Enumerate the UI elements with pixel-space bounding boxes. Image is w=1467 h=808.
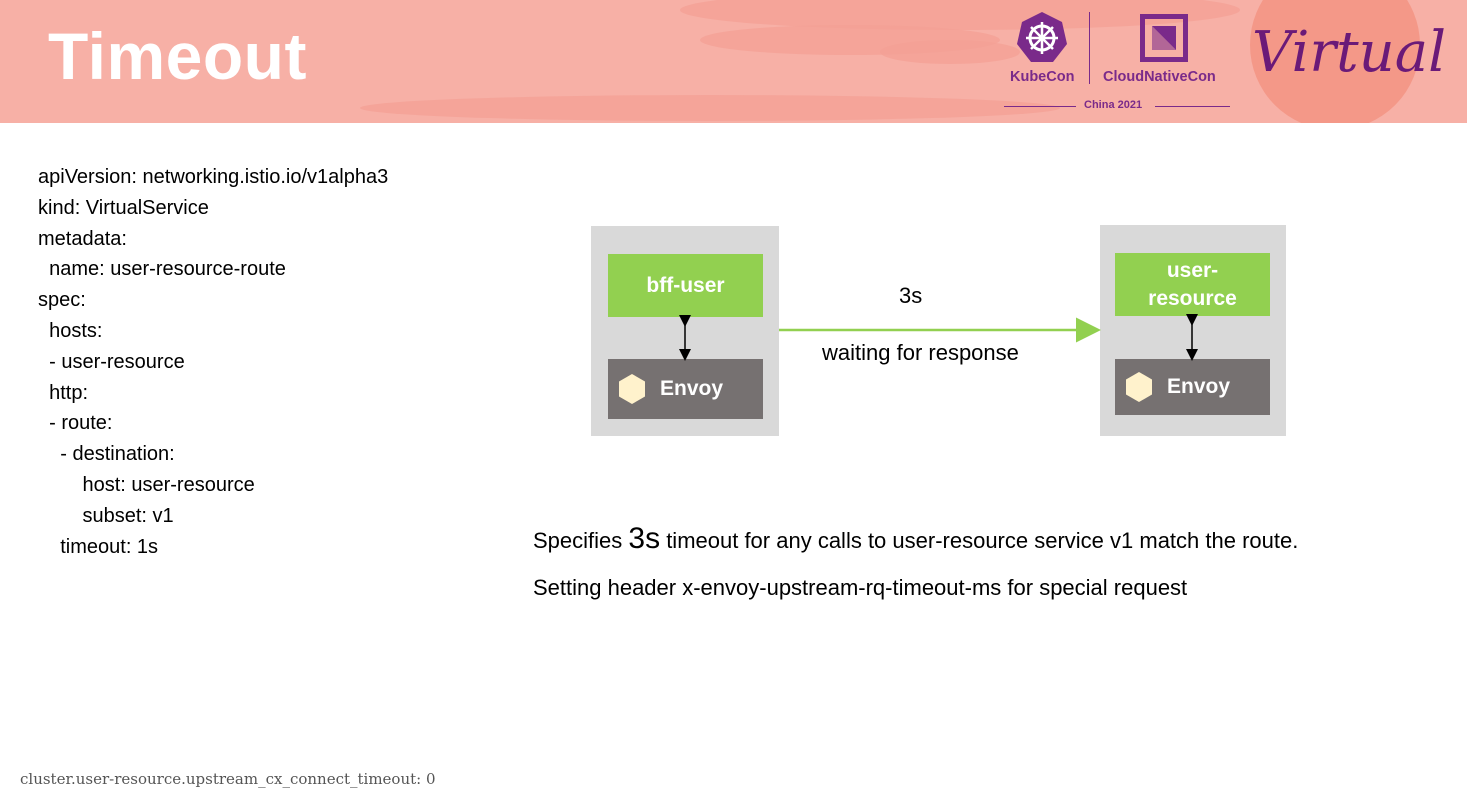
description-suffix: timeout for any calls to user-resource s… bbox=[660, 528, 1299, 553]
arrow-timeout-label: 3s bbox=[899, 283, 923, 308]
arrow-waiting-label: waiting for response bbox=[822, 340, 1019, 365]
description-prefix: Specifies bbox=[533, 528, 629, 553]
description-line-1: Specifies 3s timeout for any calls to us… bbox=[533, 522, 1298, 556]
description-line-2: Setting header x-envoy-upstream-rq-timeo… bbox=[533, 575, 1188, 600]
diagram-connectors bbox=[679, 314, 1198, 361]
description-timeout-value: 3s bbox=[628, 522, 661, 555]
footer-metric: cluster.user-resource.upstream_cx_connec… bbox=[20, 770, 436, 788]
